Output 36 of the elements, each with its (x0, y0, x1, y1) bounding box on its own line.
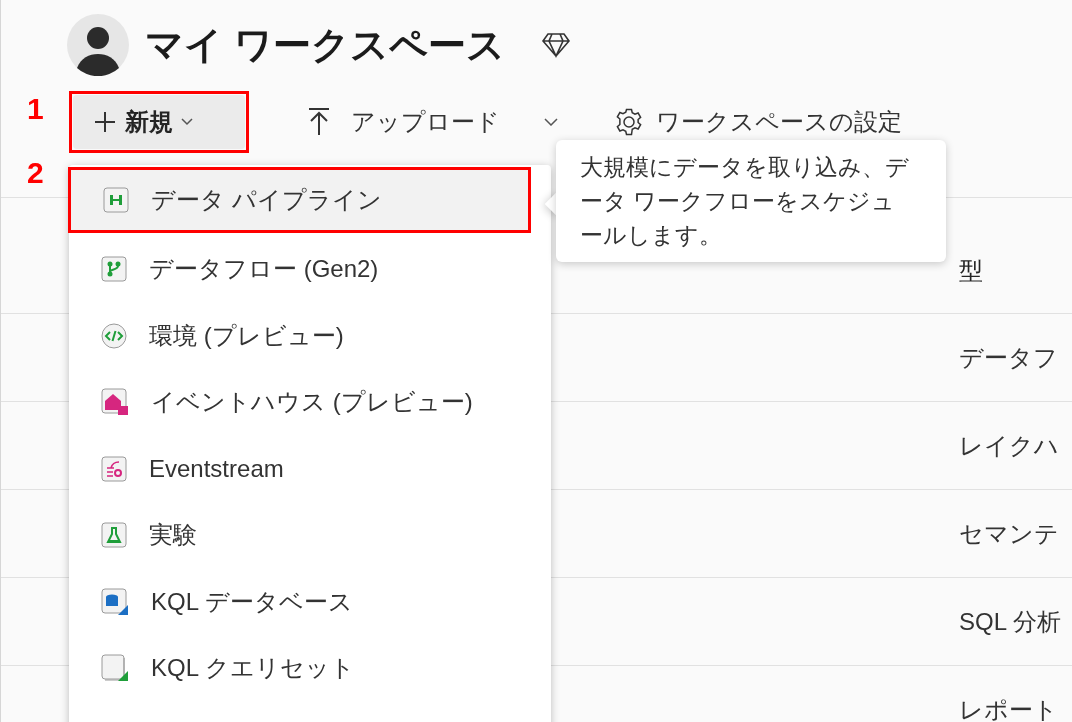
menu-item[interactable]: データ パイプライン (71, 170, 528, 230)
new-button[interactable]: 新規 (73, 95, 245, 149)
code-icon (101, 322, 127, 349)
menu-item[interactable]: データフロー (Gen2) (69, 239, 551, 300)
flask-icon (101, 522, 127, 549)
avatar (67, 14, 129, 76)
house-icon (101, 388, 129, 417)
table-cell-text: セマンテ (959, 518, 1060, 549)
upload-button[interactable]: アップロード (307, 104, 558, 140)
settings-button[interactable]: ワークスペースの設定 (614, 104, 902, 140)
plus-icon (93, 110, 117, 134)
menu-item[interactable]: Eventstream (69, 438, 551, 499)
annotation-number: 2 (27, 155, 44, 191)
stream-icon (101, 455, 127, 482)
menu-item[interactable]: イベントハウス (プレビュー) (69, 372, 551, 433)
workspace-title: マイ ワークスペース (145, 22, 505, 68)
annotation-number: 1 (27, 91, 44, 127)
table-cell-text: SQL 分析 (959, 606, 1062, 637)
menu-item[interactable]: KQL データベース (69, 571, 551, 632)
table-cell-text: データフ (959, 342, 1059, 373)
menu-item[interactable]: 実験 (69, 505, 551, 566)
table-cell-text: レイクハ (959, 430, 1060, 461)
chevron-icon (181, 118, 193, 126)
pipeline-icon (103, 187, 129, 213)
document-icon (101, 654, 129, 683)
menu-item[interactable]: 環境 (プレビュー) (69, 305, 551, 366)
settings-icon (614, 107, 644, 137)
database-icon (101, 587, 129, 616)
upload-icon (307, 107, 331, 137)
diamond-icon (540, 32, 571, 58)
column-header: 型 (959, 255, 984, 286)
chevron-icon (544, 118, 558, 126)
branch-icon (101, 256, 127, 283)
menu-item[interactable]: KQL クエリセット (69, 638, 551, 699)
table-cell-text: レポート (959, 694, 1059, 722)
tooltip: 大規模にデータを取り込み、データ ワークフローをスケジュールします。 (556, 140, 946, 262)
